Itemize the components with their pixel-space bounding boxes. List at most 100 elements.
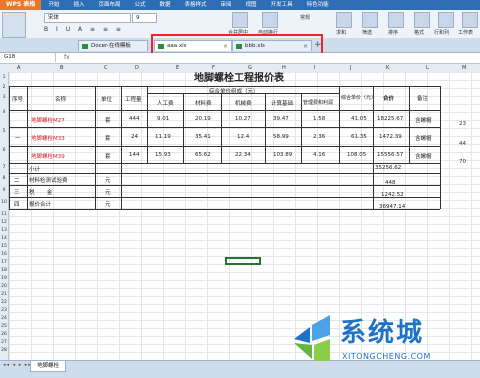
item-unit[interactable]: 套	[105, 152, 111, 160]
sheet-title[interactable]: 地脚螺栓工程报价表	[119, 72, 359, 86]
row-header[interactable]: 15	[0, 244, 8, 249]
item-unit-total[interactable]: 61.35	[351, 134, 367, 140]
col-header-h[interactable]: H	[282, 64, 286, 72]
item-unit[interactable]: 套	[105, 134, 111, 142]
cell-reference-box[interactable]: G18	[0, 53, 56, 62]
item-labor[interactable]: 11.19	[155, 134, 171, 140]
col-header-k[interactable]: K	[386, 64, 389, 72]
item-unit-total[interactable]: 108.05	[347, 152, 366, 158]
extra-unit[interactable]: 元	[105, 200, 111, 208]
item-labor[interactable]: 9.01	[157, 116, 169, 122]
font-name-select[interactable]: 宋体	[44, 13, 131, 23]
side-value[interactable]: 70	[459, 159, 466, 165]
item-mgmt[interactable]: 2.36	[313, 134, 325, 140]
menu-item-table-style[interactable]: 表格样式	[178, 0, 214, 10]
header-seq[interactable]: 序号	[12, 95, 23, 103]
fx-icon[interactable]: fx	[64, 53, 70, 62]
row-header[interactable]: 2	[0, 85, 8, 90]
extra-value[interactable]: 1242.52	[381, 192, 404, 198]
header-unit-price-group[interactable]: 综合单价组成（元）	[209, 87, 259, 95]
sum-icon[interactable]	[336, 12, 352, 28]
row-col-icon[interactable]	[438, 12, 454, 28]
item-name[interactable]: 地脚螺栓M27	[31, 116, 65, 124]
extra-name[interactable]: 报价合计	[29, 200, 51, 208]
col-header-a[interactable]: A	[17, 64, 20, 72]
row-header[interactable]: 1	[0, 75, 8, 80]
row-header[interactable]: 11	[0, 212, 8, 217]
merge-icon[interactable]	[232, 12, 248, 28]
row-header[interactable]: 5	[0, 129, 8, 134]
item-machine[interactable]: 22.34	[235, 152, 251, 158]
menu-item-formula[interactable]: 公式	[127, 0, 152, 10]
paste-icon[interactable]	[2, 12, 26, 38]
row-header[interactable]: 28	[0, 348, 8, 353]
row-header[interactable]: 18	[0, 268, 8, 273]
menu-item-view[interactable]: 视图	[239, 0, 264, 10]
row-header[interactable]: 13	[0, 228, 8, 233]
item-total[interactable]: 15556.57	[377, 152, 403, 158]
item-mgmt[interactable]: 4.16	[313, 152, 325, 158]
row-header[interactable]: 17	[0, 260, 8, 265]
selected-cell-g18[interactable]	[225, 257, 261, 265]
extra-value[interactable]: 36947.14	[379, 204, 405, 210]
row-header[interactable]: 10	[0, 200, 8, 205]
menu-item-data[interactable]: 数据	[153, 0, 178, 10]
item-total[interactable]: 18225.67	[377, 116, 403, 122]
worksheet-icon[interactable]	[462, 12, 478, 28]
header-total-unit[interactable]: 综合单价（元）	[341, 94, 376, 101]
menu-item-developer[interactable]: 开发工具	[264, 0, 300, 10]
item-remark[interactable]: 含螺帽	[415, 116, 432, 124]
row-header[interactable]: 27	[0, 340, 8, 345]
menu-item-home[interactable]: 开始	[41, 0, 66, 10]
extra-value[interactable]: 448	[385, 180, 396, 186]
header-qty[interactable]: 工程量	[125, 95, 142, 103]
item-machine[interactable]: 12.4	[237, 134, 249, 140]
side-value[interactable]: 23	[459, 121, 466, 127]
header-base[interactable]: 计算基础	[271, 99, 293, 107]
row-header[interactable]: 24	[0, 316, 8, 321]
side-value[interactable]: 44	[459, 141, 466, 147]
format-buttons[interactable]: B I U A ≡ ≡ ≡	[44, 26, 124, 33]
font-size-select[interactable]: 9	[132, 13, 157, 23]
sheet-nav-icons[interactable]: ◂◂ ◂ ▸ ▸▸	[3, 362, 32, 368]
row-header[interactable]: 23	[0, 308, 8, 313]
col-header-m[interactable]: M	[462, 64, 466, 72]
row-header[interactable]: 8	[0, 176, 8, 181]
tab-docer[interactable]: Docer-在线模板	[78, 40, 148, 51]
item-material[interactable]: 65.62	[195, 152, 211, 158]
col-header-e[interactable]: E	[176, 64, 179, 72]
app-menu-button[interactable]: WPS 表格	[0, 0, 42, 10]
row-header[interactable]: 7	[0, 165, 8, 170]
row-header[interactable]: 20	[0, 284, 8, 289]
col-header-d[interactable]: D	[135, 64, 139, 72]
row-header[interactable]: 14	[0, 236, 8, 241]
item-unit[interactable]: 套	[105, 116, 111, 124]
col-header-i[interactable]: I	[314, 64, 315, 72]
row-header[interactable]: 21	[0, 292, 8, 297]
extra-unit[interactable]: 元	[105, 188, 111, 196]
item-remark[interactable]: 含螺帽	[415, 134, 432, 142]
item-base[interactable]: 103.89	[273, 152, 292, 158]
item-qty[interactable]: 444	[129, 116, 140, 122]
menu-item-features[interactable]: 特色功能	[300, 0, 336, 10]
col-header-l[interactable]: L	[426, 64, 429, 72]
row-header[interactable]: 26	[0, 332, 8, 337]
extra-seq[interactable]: 四	[14, 200, 20, 208]
item-mgmt[interactable]: 1.58	[313, 116, 325, 122]
item-machine[interactable]: 10.27	[235, 116, 251, 122]
header-labor[interactable]: 人工费	[157, 99, 174, 107]
extra-unit[interactable]: 元	[105, 176, 111, 184]
sort-icon[interactable]	[388, 12, 404, 28]
header-material[interactable]: 材料费	[195, 99, 212, 107]
col-header-b[interactable]: B	[60, 64, 63, 72]
row-header[interactable]: 6	[0, 148, 8, 153]
filter-icon[interactable]	[362, 12, 378, 28]
col-header-j[interactable]: J	[350, 64, 351, 72]
item-material[interactable]: 20.19	[195, 116, 211, 122]
row-header[interactable]: 19	[0, 276, 8, 281]
header-name[interactable]: 名称	[55, 95, 66, 103]
subtotal-label[interactable]: 小计	[29, 165, 40, 173]
row-header[interactable]: 25	[0, 324, 8, 329]
row-header[interactable]: 16	[0, 252, 8, 257]
row-header[interactable]: 4	[0, 110, 8, 115]
